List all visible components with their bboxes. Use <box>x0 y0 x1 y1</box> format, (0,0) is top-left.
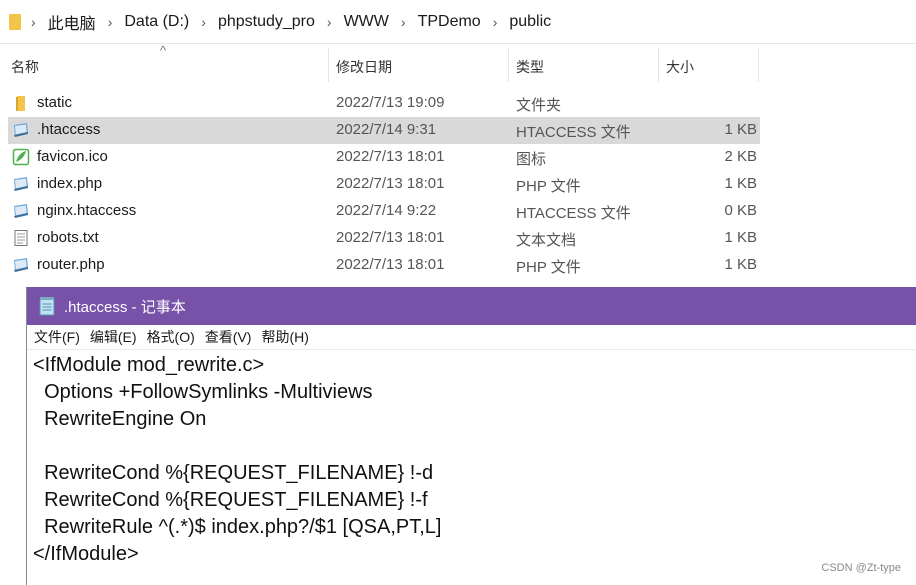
file-name: robots.txt <box>37 229 99 246</box>
file-name: nginx.htaccess <box>37 202 137 219</box>
php-file-icon <box>14 258 28 272</box>
column-header-bar: ^ 名称 修改日期 类型 大小 <box>0 43 760 86</box>
file-name: .htaccess <box>37 121 101 138</box>
breadcrumb-item-tpdemo[interactable]: TPDemo <box>418 13 481 31</box>
breadcrumb-item-public[interactable]: public <box>509 13 551 31</box>
folder-icon <box>16 96 25 111</box>
notepad-titlebar[interactable]: .htaccess - 记事本 <box>27 287 916 325</box>
breadcrumb-separator[interactable]: › <box>493 14 498 30</box>
text-line: Options +FollowSymlinks -Multiviews <box>33 381 373 403</box>
file-row-index-php[interactable]: index.php 2022/7/13 18:01 PHP 文件 1 KB <box>8 171 760 198</box>
file-name: index.php <box>37 175 103 192</box>
menu-format[interactable]: 格式(O) <box>147 327 195 347</box>
file-type: HTACCESS 文件 <box>516 205 631 222</box>
text-line <box>33 433 916 460</box>
text-line: <IfModule mod_rewrite.c> <box>33 354 265 376</box>
file-row-nginx-htaccess[interactable]: nginx.htaccess 2022/7/14 9:22 HTACCESS 文… <box>8 198 760 225</box>
file-date: 2022/7/13 18:01 <box>336 175 445 192</box>
breadcrumb-separator[interactable]: › <box>108 14 113 30</box>
file-date: 2022/7/13 19:09 <box>336 94 445 111</box>
text-line: RewriteCond %{REQUEST_FILENAME} !-d <box>33 462 434 484</box>
menu-view[interactable]: 查看(V) <box>205 327 252 347</box>
menu-help[interactable]: 帮助(H) <box>261 327 308 347</box>
file-row-static[interactable]: static 2022/7/13 19:09 文件夹 <box>8 90 760 117</box>
breadcrumb-item-this-pc[interactable]: 此电脑 <box>48 10 96 34</box>
breadcrumb-item-drive[interactable]: Data (D:) <box>124 13 189 31</box>
file-type: HTACCESS 文件 <box>516 124 631 141</box>
text-line: </IfModule> <box>33 543 139 565</box>
file-date: 2022/7/14 9:22 <box>336 202 437 219</box>
file-name: static <box>37 94 73 111</box>
breadcrumb-item-www[interactable]: WWW <box>344 13 389 31</box>
column-header-date[interactable]: 修改日期 <box>336 57 392 77</box>
file-list: static 2022/7/13 19:09 文件夹 .htaccess 202… <box>0 90 916 279</box>
file-size: 0 KB <box>724 202 757 219</box>
notepad-text-area[interactable]: <IfModule mod_rewrite.c> Options +Follow… <box>27 350 916 568</box>
file-date: 2022/7/14 9:31 <box>336 121 437 138</box>
text-file-icon <box>14 230 28 246</box>
htaccess-file-icon <box>14 204 28 218</box>
file-row-htaccess[interactable]: .htaccess 2022/7/14 9:31 HTACCESS 文件 1 K… <box>8 117 760 144</box>
breadcrumb-separator[interactable]: › <box>201 14 206 30</box>
address-breadcrumb: › 此电脑 › Data (D:) › phpstudy_pro › WWW ›… <box>0 0 916 44</box>
file-type: PHP 文件 <box>516 259 581 276</box>
breadcrumb-separator[interactable]: › <box>327 14 332 30</box>
notepad-title: .htaccess - 记事本 <box>64 298 186 316</box>
folder-icon <box>9 13 21 30</box>
column-header-name[interactable]: 名称 <box>11 57 39 77</box>
file-date: 2022/7/13 18:01 <box>336 229 445 246</box>
column-divider[interactable] <box>328 48 329 82</box>
watermark: CSDN @Zt-type <box>821 562 901 574</box>
breadcrumb-separator: › <box>31 13 36 30</box>
file-type: 图标 <box>516 151 547 168</box>
column-divider[interactable] <box>758 48 759 82</box>
column-header-size[interactable]: 大小 <box>666 57 694 77</box>
column-divider[interactable] <box>658 48 659 82</box>
file-name: router.php <box>37 256 105 273</box>
file-date: 2022/7/13 18:01 <box>336 256 445 273</box>
text-line: RewriteCond %{REQUEST_FILENAME} !-f <box>33 489 428 511</box>
column-header-type[interactable]: 类型 <box>516 57 544 77</box>
breadcrumb-separator[interactable]: › <box>401 14 406 30</box>
sort-ascending-icon: ^ <box>160 43 167 58</box>
notepad-window: .htaccess - 记事本 文件(F) 编辑(E) 格式(O) 查看(V) … <box>26 287 916 585</box>
file-type: 文件夹 <box>516 97 562 114</box>
file-type: PHP 文件 <box>516 178 581 195</box>
file-size: 1 KB <box>724 175 757 192</box>
menu-file[interactable]: 文件(F) <box>34 327 80 347</box>
file-size: 1 KB <box>724 256 757 273</box>
file-size: 2 KB <box>724 148 757 165</box>
notepad-icon <box>39 297 55 316</box>
notepad-menubar: 文件(F) 编辑(E) 格式(O) 查看(V) 帮助(H) <box>27 325 916 350</box>
file-date: 2022/7/13 18:01 <box>336 148 445 165</box>
file-row-favicon[interactable]: favicon.ico 2022/7/13 18:01 图标 2 KB <box>8 144 760 171</box>
file-row-router-php[interactable]: router.php 2022/7/13 18:01 PHP 文件 1 KB <box>8 252 760 279</box>
file-size: 1 KB <box>724 229 757 246</box>
text-line: RewriteRule ^(.*)$ index.php?/$1 [QSA,PT… <box>33 516 442 538</box>
php-file-icon <box>14 177 28 191</box>
file-row-robots-txt[interactable]: robots.txt 2022/7/13 18:01 文本文档 1 KB <box>8 225 760 252</box>
file-name: favicon.ico <box>37 148 108 165</box>
file-size: 1 KB <box>724 121 757 138</box>
image-file-icon <box>12 148 30 166</box>
file-type: 文本文档 <box>516 232 577 249</box>
htaccess-file-icon <box>14 123 28 137</box>
breadcrumb-item-phpstudy[interactable]: phpstudy_pro <box>218 13 315 31</box>
column-divider[interactable] <box>508 48 509 82</box>
menu-edit[interactable]: 编辑(E) <box>90 327 137 347</box>
text-line: RewriteEngine On <box>33 408 207 430</box>
